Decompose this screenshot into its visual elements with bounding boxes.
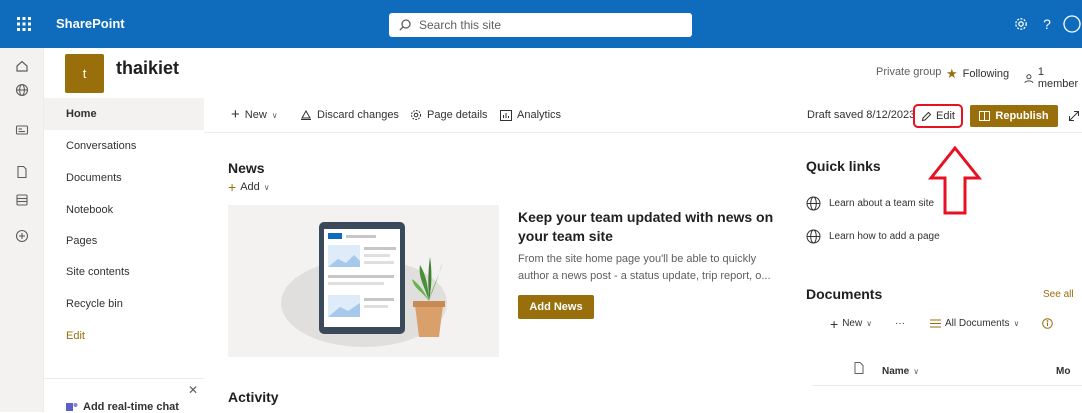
search-box[interactable]: Search this site bbox=[389, 13, 692, 37]
plus-icon: + bbox=[231, 106, 240, 123]
lists-icon[interactable] bbox=[12, 190, 32, 210]
chevron-down-icon: ∨ bbox=[271, 110, 278, 120]
gear-icon bbox=[411, 110, 421, 120]
settings-gear-icon[interactable] bbox=[1010, 13, 1032, 35]
info-icon[interactable] bbox=[1042, 318, 1053, 329]
expand-icon[interactable] bbox=[1068, 109, 1080, 127]
name-column-label: Name bbox=[882, 366, 910, 377]
quick-link-item[interactable]: Learn how to add a page bbox=[806, 229, 940, 244]
analytics-button[interactable]: Analytics bbox=[500, 109, 561, 121]
new-button[interactable]: + New ∨ bbox=[231, 106, 278, 123]
quick-link-label: Learn about a team site bbox=[829, 198, 935, 209]
following-label: Following bbox=[962, 68, 1010, 80]
chevron-down-icon: ∨ bbox=[913, 367, 920, 376]
modified-column-header[interactable]: Mo bbox=[1056, 366, 1070, 377]
nav-item-documents[interactable]: Documents bbox=[44, 162, 204, 194]
documents-header-row: Name ∨ Mo bbox=[812, 350, 1082, 386]
nav-item-pages[interactable]: Pages bbox=[44, 225, 204, 257]
app-name[interactable]: SharePoint bbox=[56, 16, 125, 31]
chevron-down-icon: ∨ bbox=[866, 319, 873, 328]
new-label: New bbox=[244, 109, 267, 121]
chevron-down-icon: ∨ bbox=[1013, 319, 1020, 328]
quick-links-heading: Quick links bbox=[806, 158, 881, 174]
app-rail bbox=[0, 48, 44, 412]
view-selector[interactable]: All Documents ∨ bbox=[930, 318, 1019, 329]
nav-item-conversations[interactable]: Conversations bbox=[44, 130, 204, 162]
app-launcher-icon[interactable] bbox=[0, 0, 48, 48]
teams-icon bbox=[66, 403, 78, 411]
plus-icon: + bbox=[830, 315, 839, 332]
nav-item-notebook[interactable]: Notebook bbox=[44, 194, 204, 226]
book-icon bbox=[979, 111, 991, 121]
draft-status: Draft saved 8/12/2023 bbox=[807, 109, 916, 121]
quick-link-label: Learn how to add a page bbox=[829, 231, 940, 242]
privacy-label: Private group bbox=[876, 66, 942, 78]
name-column-header[interactable]: Name ∨ bbox=[882, 366, 919, 377]
news-promo-title: Keep your team updated with news on your… bbox=[518, 209, 774, 244]
news-icon[interactable] bbox=[12, 120, 32, 140]
activity-heading: Activity bbox=[228, 389, 279, 405]
help-icon[interactable]: ? bbox=[1036, 13, 1058, 35]
file-type-icon bbox=[854, 362, 864, 374]
globe-icon bbox=[806, 229, 821, 244]
members-label: 1 member bbox=[1037, 66, 1079, 90]
view-label: All Documents bbox=[945, 318, 1010, 329]
site-logo[interactable]: t bbox=[65, 54, 104, 93]
home-icon[interactable] bbox=[12, 56, 32, 76]
documents-heading: Documents bbox=[806, 286, 883, 302]
nav-item-recycle-bin[interactable]: Recycle bin bbox=[44, 288, 204, 320]
add-news-button[interactable]: Add News bbox=[518, 295, 594, 319]
quick-link-item[interactable]: Learn about a team site bbox=[806, 196, 934, 211]
news-heading: News bbox=[228, 160, 265, 176]
news-promo-body: From the site home page you'll be able t… bbox=[518, 253, 771, 282]
page-details-label: Page details bbox=[427, 109, 488, 121]
account-avatar[interactable] bbox=[1062, 13, 1082, 35]
republish-label: Republish bbox=[995, 110, 1049, 122]
document-icon[interactable] bbox=[12, 162, 32, 182]
discard-label: Discard changes bbox=[317, 109, 399, 121]
news-add-button[interactable]: + Add ∨ bbox=[228, 179, 270, 195]
page-details-button[interactable]: Page details bbox=[410, 109, 488, 121]
nav-item-home[interactable]: Home bbox=[44, 98, 204, 130]
nav-item-site-contents[interactable]: Site contents bbox=[44, 256, 204, 288]
documents-new-button[interactable]: + New ∨ bbox=[830, 315, 873, 332]
close-icon[interactable]: ✕ bbox=[188, 383, 198, 397]
filter-lines-icon bbox=[930, 319, 941, 328]
annotation-arrow bbox=[928, 146, 982, 215]
analytics-icon bbox=[500, 109, 512, 121]
site-title[interactable]: thaikiet bbox=[116, 58, 179, 79]
chat-prompt: ✕ Add real-time chat bbox=[44, 378, 204, 413]
add-chat-button[interactable]: Add real-time chat bbox=[66, 401, 179, 413]
documents-new-label: New bbox=[842, 318, 863, 329]
add-chat-label: Add real-time chat bbox=[83, 401, 179, 413]
nav-edit-link[interactable]: Edit bbox=[44, 320, 204, 352]
chevron-down-icon: ∨ bbox=[263, 182, 270, 192]
edit-button[interactable]: Edit bbox=[913, 104, 963, 128]
members-button[interactable]: 1 member bbox=[1024, 66, 1082, 90]
globe-icon bbox=[806, 196, 821, 211]
globe-icon[interactable] bbox=[12, 80, 32, 100]
discard-changes-button[interactable]: Discard changes bbox=[300, 109, 399, 121]
republish-button[interactable]: Republish bbox=[970, 105, 1058, 127]
news-illustration bbox=[228, 205, 499, 357]
discard-icon bbox=[301, 109, 311, 120]
plus-icon: + bbox=[228, 179, 237, 195]
search-icon bbox=[399, 19, 411, 31]
create-icon[interactable] bbox=[12, 226, 32, 246]
follow-button[interactable]: ★ Following bbox=[946, 66, 1009, 82]
star-icon: ★ bbox=[946, 66, 958, 81]
more-options-button[interactable]: ··· bbox=[895, 318, 905, 329]
search-placeholder: Search this site bbox=[419, 18, 502, 32]
person-icon bbox=[1024, 73, 1034, 83]
news-add-label: Add bbox=[240, 181, 260, 193]
analytics-label: Analytics bbox=[517, 109, 562, 121]
see-all-link[interactable]: See all bbox=[1043, 289, 1074, 300]
suite-bar: SharePoint Search this site ? bbox=[0, 0, 1082, 48]
edit-label: Edit bbox=[936, 110, 955, 122]
pencil-icon bbox=[921, 111, 932, 121]
